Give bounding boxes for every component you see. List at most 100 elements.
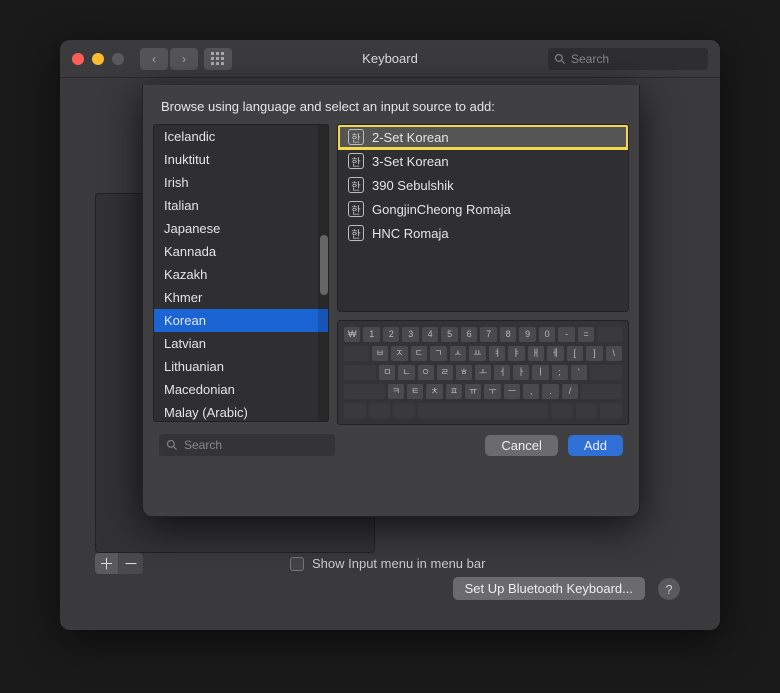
show-input-menu-checkbox[interactable] (290, 557, 304, 571)
key: ㅐ (528, 346, 544, 361)
sheet-search[interactable]: Search (159, 434, 335, 456)
language-item[interactable]: Lithuanian (154, 355, 328, 378)
preferences-window: ‹ › Keyboard Search 🇺🇸 ＋ － Show Input me… (60, 40, 720, 630)
key: ㅓ (494, 365, 510, 380)
language-list[interactable]: IcelandicInuktitutIrishItalianJapaneseKa… (153, 124, 329, 422)
add-source-button[interactable]: ＋ (95, 553, 119, 574)
key: 6 (461, 327, 477, 342)
key: ㅣ (532, 365, 548, 380)
help-button[interactable]: ? (658, 578, 680, 600)
language-item[interactable]: Icelandic (154, 125, 328, 148)
language-item[interactable]: Italian (154, 194, 328, 217)
key: . (542, 384, 558, 399)
cancel-button[interactable]: Cancel (485, 435, 557, 456)
sheet-prompt: Browse using language and select an inpu… (143, 85, 639, 124)
language-item[interactable]: Irish (154, 171, 328, 194)
key: ㄷ (411, 346, 427, 361)
key: ㅊ (426, 384, 442, 399)
hangul-icon: 한 (348, 177, 364, 193)
language-item[interactable]: Kazakh (154, 263, 328, 286)
key: 9 (519, 327, 535, 342)
add-remove-bar: ＋ － (95, 553, 143, 574)
key: ㅌ (407, 384, 423, 399)
key: ㅏ (513, 365, 529, 380)
key: ㅇ (418, 365, 434, 380)
key: ] (586, 346, 602, 361)
hangul-icon: 한 (348, 153, 364, 169)
key: ㅗ (475, 365, 491, 380)
language-item[interactable]: Malay (Arabic) (154, 401, 328, 421)
hangul-icon: 한 (348, 129, 364, 145)
language-item[interactable]: Kannada (154, 240, 328, 263)
input-source-label: 3-Set Korean (372, 154, 449, 169)
key: ₩ (344, 327, 360, 342)
add-input-source-sheet: Browse using language and select an inpu… (142, 85, 640, 517)
language-item[interactable]: Korean (154, 309, 328, 332)
input-source-item[interactable]: 한 3-Set Korean (338, 149, 628, 173)
language-item[interactable]: Latvian (154, 332, 328, 355)
key: ㅂ (372, 346, 388, 361)
input-source-item[interactable]: 한 390 Sebulshik (338, 173, 628, 197)
zoom-window-button[interactable] (112, 53, 124, 65)
add-button[interactable]: Add (568, 435, 623, 456)
key: 3 (402, 327, 418, 342)
input-source-label: GongjinCheong Romaja (372, 202, 511, 217)
hangul-icon: 한 (348, 225, 364, 241)
key: ㅛ (469, 346, 485, 361)
remove-source-button[interactable]: － (119, 553, 143, 574)
language-item[interactable]: Macedonian (154, 378, 328, 401)
input-source-label: HNC Romaja (372, 226, 449, 241)
toolbar-search[interactable]: Search (548, 48, 708, 70)
key: \ (606, 346, 622, 361)
key: ㅅ (450, 346, 466, 361)
language-item[interactable]: Khmer (154, 286, 328, 309)
key: = (578, 327, 594, 342)
back-button[interactable]: ‹ (140, 48, 168, 70)
key: ㄹ (437, 365, 453, 380)
input-source-item[interactable]: 한 HNC Romaja (338, 221, 628, 245)
input-source-item[interactable]: 한GongjinCheong Romaja (338, 197, 628, 221)
toolbar-search-placeholder: Search (571, 52, 609, 66)
key: ㅍ (446, 384, 462, 399)
key: [ (567, 346, 583, 361)
input-source-list[interactable]: 한2-Set Korean한3-Set Korean한390 Sebulshik… (337, 124, 629, 312)
key: ㄱ (430, 346, 446, 361)
show-all-button[interactable] (204, 48, 232, 70)
key: ㄴ (398, 365, 414, 380)
language-item[interactable]: Japanese (154, 217, 328, 240)
close-window-button[interactable] (72, 53, 84, 65)
key: ㅕ (489, 346, 505, 361)
titlebar: ‹ › Keyboard Search (60, 40, 720, 78)
show-input-menu-row: Show Input menu in menu bar (290, 556, 485, 571)
key: ㅎ (456, 365, 472, 380)
key: 2 (383, 327, 399, 342)
input-source-label: 390 Sebulshik (372, 178, 454, 193)
show-input-menu-label: Show Input menu in menu bar (312, 556, 485, 571)
key: , (523, 384, 539, 399)
key: ' (571, 365, 587, 380)
sheet-search-placeholder: Search (184, 438, 222, 452)
key: - (558, 327, 574, 342)
key: 8 (500, 327, 516, 342)
key: ㅋ (388, 384, 404, 399)
key: ㅁ (379, 365, 395, 380)
input-source-item[interactable]: 한2-Set Korean (338, 125, 628, 149)
key: 1 (363, 327, 379, 342)
key: ㅡ (504, 384, 520, 399)
key: ㅈ (391, 346, 407, 361)
keyboard-preview: ₩1234567890-=..ㅂㅈㄷㄱㅅㅛㅕㅑㅐㅔ[]\.ㅁㄴㅇㄹㅎㅗㅓㅏㅣ;'… (337, 320, 629, 425)
search-icon (166, 439, 178, 451)
key: ㅑ (508, 346, 524, 361)
minimize-window-button[interactable] (92, 53, 104, 65)
setup-bluetooth-keyboard-button[interactable]: Set Up Bluetooth Keyboard... (453, 577, 645, 600)
language-item[interactable]: Inuktitut (154, 148, 328, 171)
key: / (562, 384, 578, 399)
nav-back-forward: ‹ › (140, 48, 198, 70)
forward-button[interactable]: › (170, 48, 198, 70)
key: ; (552, 365, 568, 380)
key: 0 (539, 327, 555, 342)
key: 4 (422, 327, 438, 342)
scrollbar-thumb[interactable] (320, 235, 328, 295)
key: 7 (480, 327, 496, 342)
search-icon (554, 53, 566, 65)
